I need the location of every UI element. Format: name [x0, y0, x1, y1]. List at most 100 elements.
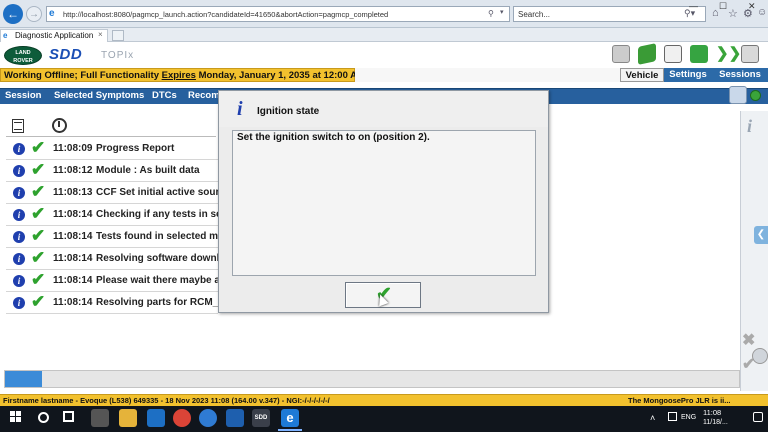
favorites-star-icon[interactable]: ☆	[728, 7, 738, 20]
new-tab-button[interactable]	[112, 30, 124, 41]
window-maximize-button[interactable]: ☐	[719, 1, 727, 12]
dialog-title: Ignition state	[257, 106, 320, 117]
start-pane	[10, 417, 15, 422]
feedback-smile-icon[interactable]: ☺	[757, 7, 767, 18]
log-info-icon[interactable]: i	[13, 187, 25, 199]
tab-settings[interactable]: Settings	[664, 68, 712, 82]
start-pane	[10, 411, 15, 416]
log-row: i ✔ 11:08:14 Please wait there maybe a sl	[6, 270, 218, 292]
log-check-icon: ✔	[31, 160, 46, 179]
log-text: Module : As built data	[96, 165, 200, 176]
log-info-icon[interactable]: i	[13, 253, 25, 265]
clock-date[interactable]: 11/18/...	[703, 419, 728, 426]
progress-bar-fill	[5, 371, 42, 387]
forward-button[interactable]: →	[26, 6, 42, 22]
clock-time[interactable]: 11:08	[703, 408, 721, 417]
address-dropdown-icon[interactable]: ▾	[500, 8, 504, 16]
status-expires-link[interactable]: Expires	[162, 70, 196, 81]
taskbar-search-icon[interactable]	[38, 412, 49, 423]
log-check-icon: ✔	[31, 292, 46, 311]
sdd-app-icon[interactable]: SDD	[252, 409, 270, 427]
dialog-message: Set the ignition switch to on (position …	[237, 132, 430, 143]
sdd-logo: SDD	[49, 46, 83, 63]
wifi-icon[interactable]: ❯❯	[716, 45, 741, 63]
ie-page-icon: e	[49, 8, 55, 19]
log-info-icon[interactable]: i	[13, 209, 25, 221]
menu-selected-symptoms[interactable]: Selected Symptoms	[54, 90, 144, 101]
document-icon-lines	[14, 122, 22, 130]
log-time: 11:08:14	[53, 275, 93, 286]
interface-info: The MongoosePro JLR is ii...	[628, 396, 731, 405]
log-text: CCF Set initial active source	[96, 187, 218, 198]
file-explorer-icon[interactable]	[119, 409, 137, 427]
store-icon[interactable]	[147, 409, 165, 427]
log-time: 11:08:14	[53, 253, 93, 264]
log-time: 11:08:13	[53, 187, 93, 198]
help-circle-icon[interactable]	[752, 348, 768, 364]
browser-tab-active[interactable]: Diagnostic Application	[0, 29, 108, 42]
language-indicator[interactable]: ENG	[681, 414, 696, 421]
log-time: 11:08:14	[53, 231, 93, 242]
window-minimize-button[interactable]: —	[689, 1, 698, 11]
network-tray-icon[interactable]	[668, 412, 677, 421]
home-icon[interactable]: ⌂	[712, 7, 719, 19]
tray-chevron-icon[interactable]: ˄	[650, 413, 655, 423]
topix-logo: TOPIx	[101, 50, 135, 61]
stopwatch-hand	[58, 121, 60, 127]
log-time: 11:08:14	[53, 209, 93, 220]
land-rover-logo: LAND ROVER	[4, 46, 42, 65]
taskbar-app-icon[interactable]	[91, 409, 109, 427]
chrome-icon[interactable]	[173, 409, 191, 427]
progress-bar	[4, 370, 740, 388]
notes-icon[interactable]	[664, 45, 682, 63]
back-button[interactable]: ←	[3, 4, 23, 24]
taskbar-app-icon[interactable]	[226, 409, 244, 427]
menu-dtcs[interactable]: DTCs	[152, 90, 177, 101]
tab-sessions[interactable]: Sessions	[712, 68, 768, 82]
log-time: 11:08:09	[53, 143, 93, 154]
network-icon[interactable]	[729, 86, 747, 104]
internet-explorer-icon[interactable]: e	[281, 409, 299, 427]
window-close-button[interactable]: ✕	[748, 1, 756, 12]
browser-search-input[interactable]: Search...	[513, 6, 706, 22]
log-info-icon[interactable]: i	[13, 275, 25, 287]
expand-arrow-icon[interactable]: ❮	[754, 226, 768, 244]
log-check-icon: ✔	[31, 182, 46, 201]
menu-session[interactable]: Session	[5, 90, 41, 101]
log-text: Checking if any tests in selected	[96, 209, 218, 220]
task-view-icon[interactable]	[63, 411, 74, 422]
taskbar-app-icon[interactable]	[199, 409, 217, 427]
log-check-icon: ✔	[31, 248, 46, 267]
start-pane	[16, 417, 21, 422]
log-check-icon: ✔	[31, 226, 46, 245]
start-pane	[16, 411, 21, 416]
cancel-x-icon[interactable]: ✖	[742, 330, 755, 350]
exit-icon[interactable]	[741, 45, 759, 63]
session-info: Firstname lastname - Evoque (L538) 64933…	[3, 396, 330, 405]
pages-icon[interactable]	[690, 45, 708, 63]
log-check-icon: ✔	[31, 204, 46, 223]
log-info-icon[interactable]: i	[13, 165, 25, 177]
notifications-icon[interactable]	[753, 412, 763, 422]
address-search-icon[interactable]: ⚲	[488, 9, 494, 18]
connection-status-icon	[750, 90, 761, 101]
address-bar[interactable]: http://localhost:8080/pagmcp_launch.acti…	[46, 6, 510, 22]
tab-close-icon[interactable]: ×	[98, 30, 103, 39]
menu-recommendations[interactable]: Recom	[188, 90, 218, 101]
log-check-icon: ✔	[31, 138, 46, 157]
log-text: Progress Report	[96, 143, 175, 154]
log-row: i ✔ 11:08:14Tests found in selected menu	[6, 226, 218, 248]
tab-vehicle[interactable]: Vehicle	[620, 68, 664, 82]
vci-icon[interactable]	[612, 45, 630, 63]
info-icon[interactable]: i	[747, 116, 752, 137]
status-prefix: Working Offline; Full Functionality	[4, 70, 162, 81]
log-info-icon[interactable]: i	[13, 143, 25, 155]
log-info-icon[interactable]: i	[13, 297, 25, 309]
log-info-icon[interactable]: i	[13, 231, 25, 243]
status-suffix: Monday, January 1, 2035 at 12:00 AM	[195, 70, 365, 81]
log-row: i ✔ 11:08:13 CCF Set initial active source	[6, 182, 218, 204]
windows-start-icon[interactable]	[10, 411, 22, 423]
money-icon[interactable]	[638, 43, 656, 65]
log-row: i ✔ 11:08:12 Module : As built data	[6, 160, 218, 182]
log-header-divider	[6, 136, 216, 137]
